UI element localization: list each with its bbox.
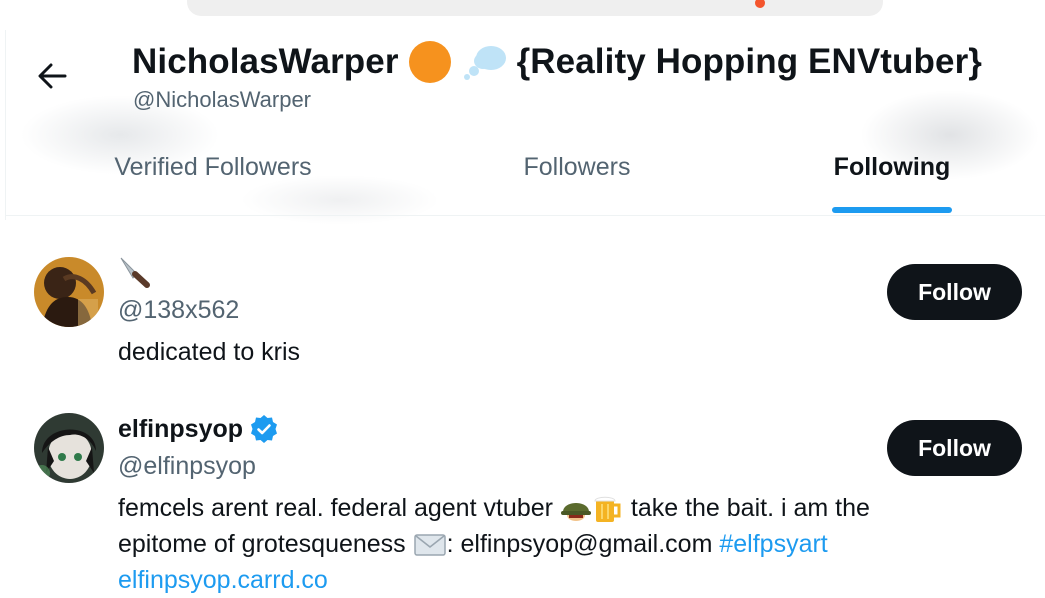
tab-label: Verified Followers [114, 153, 312, 181]
list-item[interactable]: elfinpsyop @elfinpsyop femcels arent rea… [0, 400, 1045, 594]
thought-balloon-icon [463, 46, 506, 80]
list-item[interactable]: @138x562 dedicated to kris Follow [0, 240, 1045, 390]
bio-email: : elfinpsyop@gmail.com [446, 530, 713, 558]
tab-following[interactable]: Following [812, 140, 972, 216]
bio-text: epitome of grotesqueness [118, 530, 406, 558]
active-tab-indicator [832, 207, 952, 213]
page-title: NicholasWarper {Reality Hopping ENVtuber… [132, 40, 982, 84]
user-name[interactable]: elfinpsyop [118, 414, 279, 444]
verified-badge-icon [251, 415, 278, 443]
profile-handle: @NicholasWarper [133, 87, 312, 112]
bio-text: femcels arent real. federal agent vtuber [118, 494, 553, 522]
user-bio: dedicated to kris [118, 338, 301, 366]
follow-button[interactable]: Follow [887, 264, 1022, 320]
divider [5, 215, 1045, 216]
back-button[interactable] [30, 56, 74, 96]
hashtag-link[interactable]: #elfpsyart [719, 530, 827, 558]
tab-label: Followers [523, 153, 631, 181]
beer-mug-icon [594, 497, 621, 523]
tab-bar: Verified Followers Followers Following [0, 140, 1045, 216]
tab-verified-followers[interactable]: Verified Followers [82, 140, 344, 216]
orange-circle-icon [408, 41, 451, 83]
display-name: NicholasWarper [132, 42, 399, 81]
display-name-suffix: {Reality Hopping ENVtuber} [516, 42, 983, 81]
kitchen-knife-icon [120, 257, 150, 288]
envelope-icon [413, 534, 446, 557]
follow-button[interactable]: Follow [887, 420, 1022, 476]
user-bio: femcels arent real. federal agent vtuber… [118, 490, 948, 598]
user-name[interactable] [118, 254, 152, 288]
military-helmet-icon [560, 503, 591, 522]
user-handle[interactable]: @138x562 [118, 296, 239, 325]
bio-text: take the bait. i am the [630, 494, 870, 522]
arrow-left-icon [38, 63, 67, 89]
tab-followers[interactable]: Followers [500, 140, 654, 216]
user-name-text: elfinpsyop [118, 414, 244, 443]
user-handle[interactable]: @elfinpsyop [118, 452, 256, 481]
tab-label: Following [833, 153, 951, 181]
avatar[interactable] [34, 413, 104, 483]
website-link[interactable]: elfinpsyop.carrd.co [118, 566, 328, 594]
avatar[interactable] [34, 257, 104, 327]
